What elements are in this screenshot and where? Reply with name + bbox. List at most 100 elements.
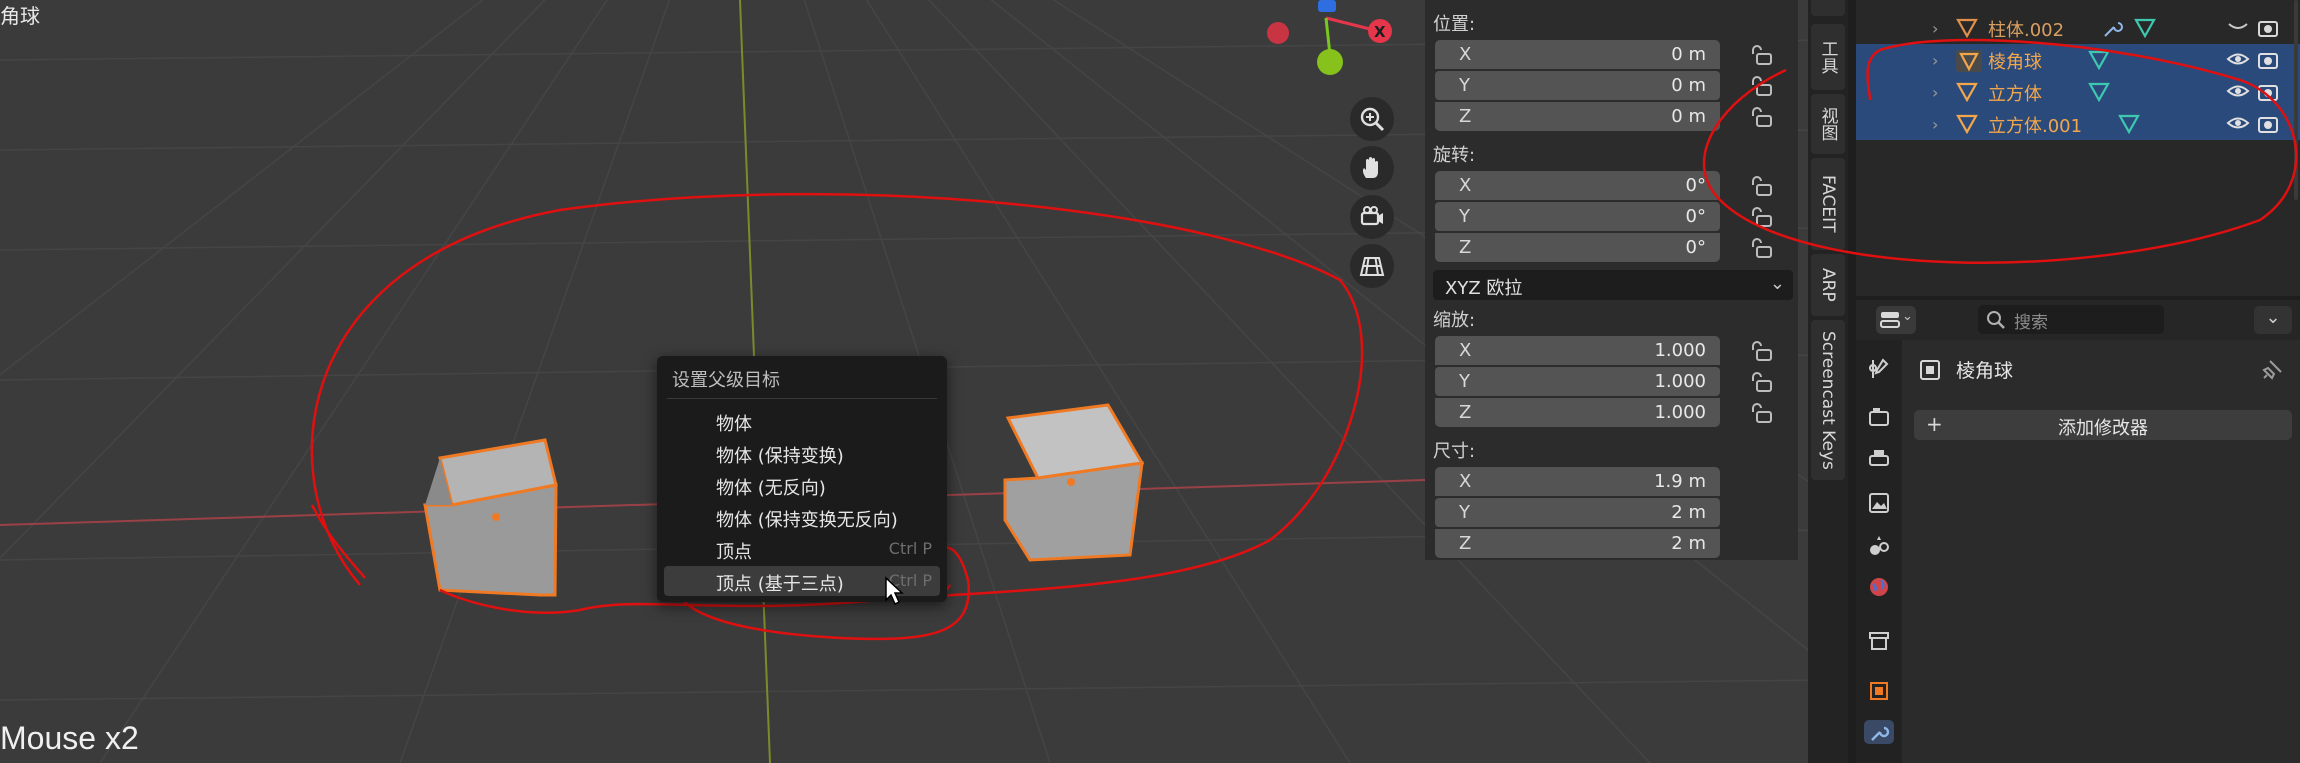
- axis-label: Z: [1459, 106, 1472, 127]
- perspective-toggle-button[interactable]: [1350, 244, 1394, 288]
- axis-label: Y: [1459, 206, 1470, 227]
- options-dropdown[interactable]: ⌄: [2254, 306, 2292, 334]
- scale-x-field[interactable]: X 1.000: [1435, 336, 1720, 365]
- object-icon: [1870, 682, 1888, 700]
- x-axis-label: X: [1374, 23, 1386, 41]
- axis-label: Z: [1459, 237, 1472, 258]
- lock-icon[interactable]: [1748, 371, 1774, 393]
- menu-item-object-without-inverse[interactable]: 物体 (无反向): [664, 470, 940, 500]
- pan-button[interactable]: [1350, 146, 1394, 190]
- location-x-field[interactable]: X0 m: [1435, 40, 1720, 69]
- printer-icon: [1869, 450, 1889, 466]
- scale-label: 缩放:: [1433, 310, 1476, 331]
- object-title: 角球: [0, 4, 40, 28]
- menu-divider: [667, 398, 937, 399]
- object-icon: [1920, 360, 1940, 380]
- menu-item-label: 物体 (保持变换): [716, 446, 844, 467]
- tab-output[interactable]: [1864, 444, 1894, 474]
- z-axis-dot[interactable]: [1318, 0, 1336, 12]
- axis-label: X: [1459, 471, 1472, 492]
- scene-icon: [1870, 536, 1889, 555]
- menu-item-shortcut: Ctrl P: [888, 539, 932, 558]
- axis-label: Z: [1459, 402, 1472, 423]
- tab-render[interactable]: [1864, 402, 1894, 432]
- field-value: 1.000: [1654, 402, 1706, 423]
- location-label: 位置:: [1433, 14, 1476, 35]
- camera-icon: [1360, 206, 1383, 226]
- rotation-x-field[interactable]: X 0°: [1435, 171, 1720, 200]
- properties-editor: ⌄ 搜索 ⌄ 棱角球 + 添加修改器: [1856, 300, 2300, 763]
- tab-item[interactable]: [1811, 0, 1845, 16]
- image-icon: [1869, 493, 1889, 513]
- y-axis-dot[interactable]: [1317, 49, 1343, 75]
- grid-icon: [1359, 257, 1385, 276]
- tab-object[interactable]: [1864, 676, 1894, 706]
- axis-label: X: [1459, 175, 1472, 196]
- tab-scene[interactable]: [1864, 530, 1894, 560]
- menu-item-label: 顶点 (基于三点): [716, 574, 844, 595]
- object-name: 棱角球: [1956, 360, 2014, 382]
- zoom-button[interactable]: [1350, 97, 1394, 141]
- menu-item-object-keep-transform-without-inverse[interactable]: 物体 (保持变换无反向): [664, 502, 940, 532]
- cube-left[interactable]: [423, 438, 558, 597]
- pin-icon[interactable]: [2262, 358, 2284, 380]
- search-placeholder: 搜索: [2014, 313, 2048, 333]
- location-y-field[interactable]: Y0 m: [1435, 71, 1720, 100]
- menu-item-label: 物体: [716, 414, 752, 435]
- tab-screencast-keys[interactable]: Screencast Keys: [1811, 320, 1845, 480]
- menu-item-object[interactable]: 物体: [664, 406, 940, 436]
- rotation-label: 旋转:: [1433, 145, 1476, 166]
- scale-z-field[interactable]: Z 1.000: [1435, 398, 1720, 427]
- menu-item-object-keep-transform[interactable]: 物体 (保持变换): [664, 438, 940, 468]
- axis-label: Y: [1459, 371, 1470, 392]
- search-icon: [1987, 311, 2005, 329]
- cube-right[interactable]: [1003, 403, 1145, 562]
- screencast-keys-status: Mouse x2: [0, 720, 139, 756]
- render-icon: [1869, 408, 1889, 426]
- dimensions-x-field[interactable]: X 1.9 m: [1435, 467, 1720, 496]
- scale-y-field[interactable]: Y 1.000: [1435, 367, 1720, 396]
- red-annotation-outliner: [1702, 38, 2298, 264]
- lock-icon[interactable]: [1748, 402, 1774, 424]
- tab-tool-settings[interactable]: [1864, 354, 1894, 384]
- add-modifier-button[interactable]: + 添加修改器: [1914, 410, 2292, 440]
- collection-icon: [1869, 632, 1889, 650]
- menu-item-label: 物体 (无反向): [716, 478, 826, 499]
- dimensions-z-field[interactable]: Z 2 m: [1435, 529, 1720, 558]
- chevron-down-icon: ⌄: [1902, 309, 1913, 324]
- properties-header: ⌄ 搜索 ⌄: [1856, 300, 2300, 340]
- camera-view-button[interactable]: [1350, 195, 1394, 239]
- neg-x-axis-dot[interactable]: [1267, 22, 1289, 44]
- add-modifier-label: 添加修改器: [2058, 418, 2148, 439]
- tab-view-layer[interactable]: [1864, 488, 1894, 518]
- axis-gizmo[interactable]: X: [1267, 0, 1392, 75]
- rotation-z-field[interactable]: Z 0°: [1435, 233, 1720, 262]
- axis-label: Y: [1459, 75, 1470, 96]
- axis-label: Z: [1459, 533, 1472, 554]
- tools-icon: [1869, 358, 1889, 378]
- menu-title: 设置父级目标: [672, 370, 780, 391]
- parent-target-menu[interactable]: 设置父级目标 物体 物体 (保持变换) 物体 (无反向) 物体 (保持变换无反向…: [657, 356, 947, 606]
- dimensions-y-field[interactable]: Y 2 m: [1435, 498, 1720, 527]
- world-icon: [1870, 578, 1888, 596]
- lock-icon[interactable]: [1748, 340, 1774, 362]
- field-value: 1.000: [1654, 340, 1706, 361]
- tab-collection[interactable]: [1864, 626, 1894, 656]
- field-value: 1.000: [1654, 371, 1706, 392]
- tab-world[interactable]: [1864, 572, 1894, 602]
- tab-label: Screencast Keys: [1818, 330, 1838, 470]
- location-z-field[interactable]: Z0 m: [1435, 102, 1720, 131]
- mouse-cursor-icon: [885, 576, 904, 606]
- rotation-y-field[interactable]: Y 0°: [1435, 202, 1720, 231]
- search-input[interactable]: 搜索: [1978, 305, 2164, 334]
- menu-item-label: 顶点: [716, 542, 752, 563]
- tab-modifiers[interactable]: [1864, 720, 1894, 744]
- 3d-viewport[interactable]: X 角球 Mouse x2 设置父级目标 物体 物体 (保持变换) 物体 (无反…: [0, 0, 1823, 763]
- wrench-icon: [1871, 726, 1890, 741]
- zoom-icon: [1360, 107, 1385, 132]
- menu-item-vertex[interactable]: 顶点 Ctrl P: [664, 534, 940, 564]
- axis-label: X: [1459, 44, 1472, 65]
- editor-type-button[interactable]: ⌄: [1876, 306, 1916, 334]
- field-value: 2 m: [1671, 533, 1706, 554]
- axis-label: X: [1459, 340, 1472, 361]
